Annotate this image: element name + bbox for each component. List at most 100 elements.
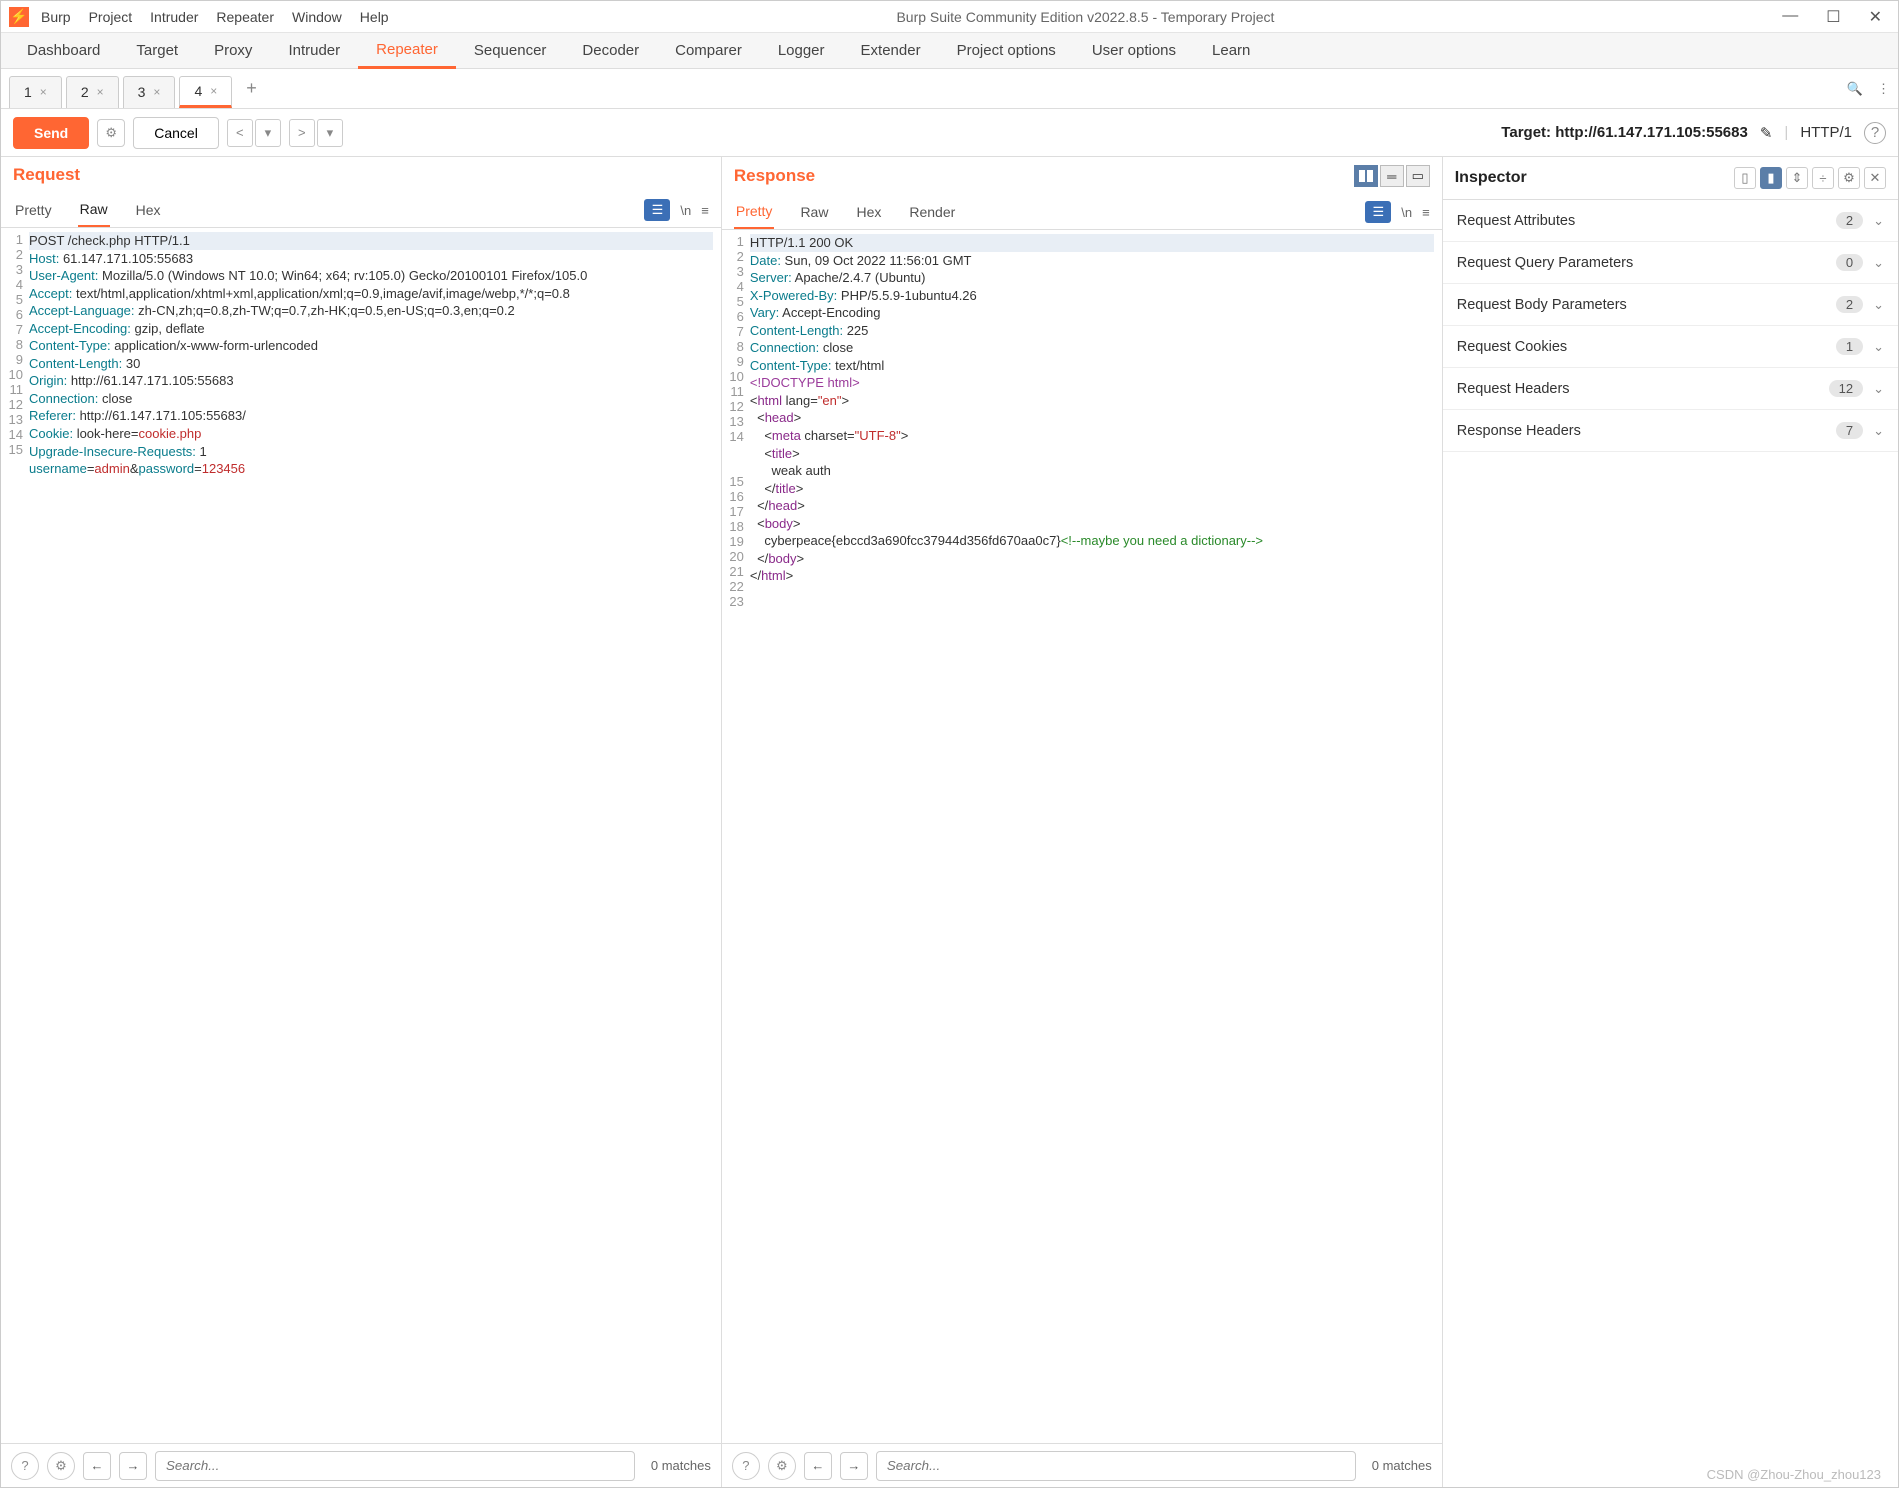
view-tab-raw[interactable]: Raw: [78, 193, 110, 227]
help-icon[interactable]: ?: [11, 1452, 39, 1480]
menu-project[interactable]: Project: [89, 9, 133, 25]
inspector-section-request-headers[interactable]: Request Headers12⌄: [1443, 368, 1898, 410]
collapse-icon[interactable]: ÷: [1812, 167, 1834, 189]
gear-icon[interactable]: ⚙: [1838, 167, 1860, 189]
hamburger-icon[interactable]: ≡: [701, 203, 709, 218]
tab-proxy[interactable]: Proxy: [196, 34, 270, 67]
view-tab-hex[interactable]: Hex: [854, 196, 883, 228]
newline-icon[interactable]: \n: [680, 203, 691, 218]
repeater-tab-3[interactable]: 3 ×: [123, 76, 176, 108]
close-tab-icon[interactable]: ×: [153, 85, 160, 99]
edit-target-icon[interactable]: ✎: [1760, 124, 1773, 142]
inspector-section-request-attributes[interactable]: Request Attributes2⌄: [1443, 200, 1898, 242]
repeater-tab-4[interactable]: 4 ×: [179, 76, 232, 108]
search-icon[interactable]: 🔍: [1847, 81, 1863, 97]
chevron-down-icon: ⌄: [1873, 297, 1884, 313]
target-label: Target:: [1501, 124, 1551, 141]
help-icon[interactable]: ?: [1864, 122, 1886, 144]
target-value: http://61.147.171.105:55683: [1555, 124, 1748, 141]
view-tab-raw[interactable]: Raw: [798, 196, 830, 228]
actions-icon[interactable]: ☰: [644, 199, 670, 221]
layout-tabs-icon[interactable]: ▭: [1406, 165, 1430, 187]
history-forward-button[interactable]: >: [289, 119, 315, 147]
newline-icon[interactable]: \n: [1401, 205, 1412, 220]
view-tab-pretty[interactable]: Pretty: [13, 194, 54, 226]
request-match-count: 0 matches: [643, 1458, 711, 1473]
send-button[interactable]: Send: [13, 117, 89, 149]
hamburger-icon[interactable]: ≡: [1422, 205, 1430, 220]
repeater-tab-1[interactable]: 1 ×: [9, 76, 62, 108]
repeater-tab-2[interactable]: 2 ×: [66, 76, 119, 108]
window-title: Burp Suite Community Edition v2022.8.5 -…: [389, 9, 1783, 25]
next-match-button[interactable]: →: [119, 1452, 147, 1480]
close-icon[interactable]: ✕: [1864, 167, 1886, 189]
inspector-section-request-cookies[interactable]: Request Cookies1⌄: [1443, 326, 1898, 368]
tab-repeater[interactable]: Repeater: [358, 33, 456, 69]
menu-dots-icon[interactable]: ⋮: [1877, 81, 1890, 97]
inspector-section-response-headers[interactable]: Response Headers7⌄: [1443, 410, 1898, 452]
response-match-count: 0 matches: [1364, 1458, 1432, 1473]
main-tabs: DashboardTargetProxyIntruderRepeaterSequ…: [1, 33, 1898, 69]
prev-match-button[interactable]: ←: [83, 1452, 111, 1480]
chevron-down-icon: ⌄: [1873, 255, 1884, 271]
view-tab-pretty[interactable]: Pretty: [734, 195, 775, 229]
maximize-icon[interactable]: ☐: [1826, 7, 1840, 27]
minimize-icon[interactable]: ―: [1782, 7, 1798, 27]
tab-learn[interactable]: Learn: [1194, 34, 1268, 67]
watermark: CSDN @Zhou-Zhou_zhou123: [1707, 1467, 1881, 1482]
prev-match-button[interactable]: ←: [804, 1452, 832, 1480]
layout-columns-icon[interactable]: [1354, 165, 1378, 187]
menu-burp[interactable]: Burp: [41, 9, 71, 25]
request-editor[interactable]: 123456789101112131415 POST /check.php HT…: [1, 228, 721, 1443]
close-tab-icon[interactable]: ×: [97, 85, 104, 99]
history-back-dropdown[interactable]: ▾: [255, 119, 281, 147]
chevron-down-icon: ⌄: [1873, 339, 1884, 355]
tab-project-options[interactable]: Project options: [939, 34, 1074, 67]
response-editor[interactable]: 1234567891011121314 151617181920212223 H…: [722, 230, 1442, 1443]
tab-comparer[interactable]: Comparer: [657, 34, 760, 67]
view-tab-render[interactable]: Render: [907, 196, 957, 228]
menu-intruder[interactable]: Intruder: [150, 9, 198, 25]
actions-icon[interactable]: ☰: [1365, 201, 1391, 223]
menu-help[interactable]: Help: [360, 9, 389, 25]
protocol-toggle[interactable]: HTTP/1: [1800, 124, 1852, 141]
tab-user-options[interactable]: User options: [1074, 34, 1194, 67]
menu-window[interactable]: Window: [292, 9, 342, 25]
inspector-pane: Inspector ▯ ▮ ⇕ ÷ ⚙ ✕ Request Attributes…: [1443, 157, 1898, 1487]
tab-target[interactable]: Target: [118, 34, 196, 67]
history-back-button[interactable]: <: [227, 119, 253, 147]
menu-repeater[interactable]: Repeater: [216, 9, 274, 25]
tab-logger[interactable]: Logger: [760, 34, 843, 67]
next-match-button[interactable]: →: [840, 1452, 868, 1480]
gear-icon[interactable]: ⚙: [47, 1452, 75, 1480]
request-pane: Request Pretty Raw Hex ☰ \n ≡ 123456789101112…: [1, 157, 722, 1487]
response-title: Response: [734, 166, 815, 186]
gear-icon[interactable]: ⚙: [97, 119, 125, 147]
tab-intruder[interactable]: Intruder: [270, 34, 358, 67]
tab-decoder[interactable]: Decoder: [564, 34, 657, 67]
close-tab-icon[interactable]: ×: [40, 85, 47, 99]
title-bar: ⚡ BurpProjectIntruderRepeaterWindowHelp …: [1, 1, 1898, 33]
menu-bar: Burp Project Intruder Repeater Window Help: [41, 9, 389, 25]
history-forward-dropdown[interactable]: ▾: [317, 119, 343, 147]
tab-sequencer[interactable]: Sequencer: [456, 34, 565, 67]
layout-icon[interactable]: ▯: [1734, 167, 1756, 189]
close-tab-icon[interactable]: ×: [210, 84, 217, 98]
response-search-input[interactable]: [876, 1451, 1356, 1481]
close-icon[interactable]: ✕: [1869, 7, 1882, 27]
inspector-section-request-body-parameters[interactable]: Request Body Parameters2⌄: [1443, 284, 1898, 326]
request-search-input[interactable]: [155, 1451, 635, 1481]
gear-icon[interactable]: ⚙: [768, 1452, 796, 1480]
layout-icon[interactable]: ▮: [1760, 167, 1782, 189]
layout-rows-icon[interactable]: ═: [1380, 165, 1404, 187]
tab-dashboard[interactable]: Dashboard: [9, 34, 118, 67]
view-tab-hex[interactable]: Hex: [134, 194, 163, 226]
expand-icon[interactable]: ⇕: [1786, 167, 1808, 189]
chevron-down-icon: ⌄: [1873, 423, 1884, 439]
add-tab-button[interactable]: +: [236, 72, 267, 105]
request-title: Request: [13, 165, 80, 185]
cancel-button[interactable]: Cancel: [133, 117, 219, 149]
inspector-section-request-query-parameters[interactable]: Request Query Parameters0⌄: [1443, 242, 1898, 284]
help-icon[interactable]: ?: [732, 1452, 760, 1480]
tab-extender[interactable]: Extender: [843, 34, 939, 67]
